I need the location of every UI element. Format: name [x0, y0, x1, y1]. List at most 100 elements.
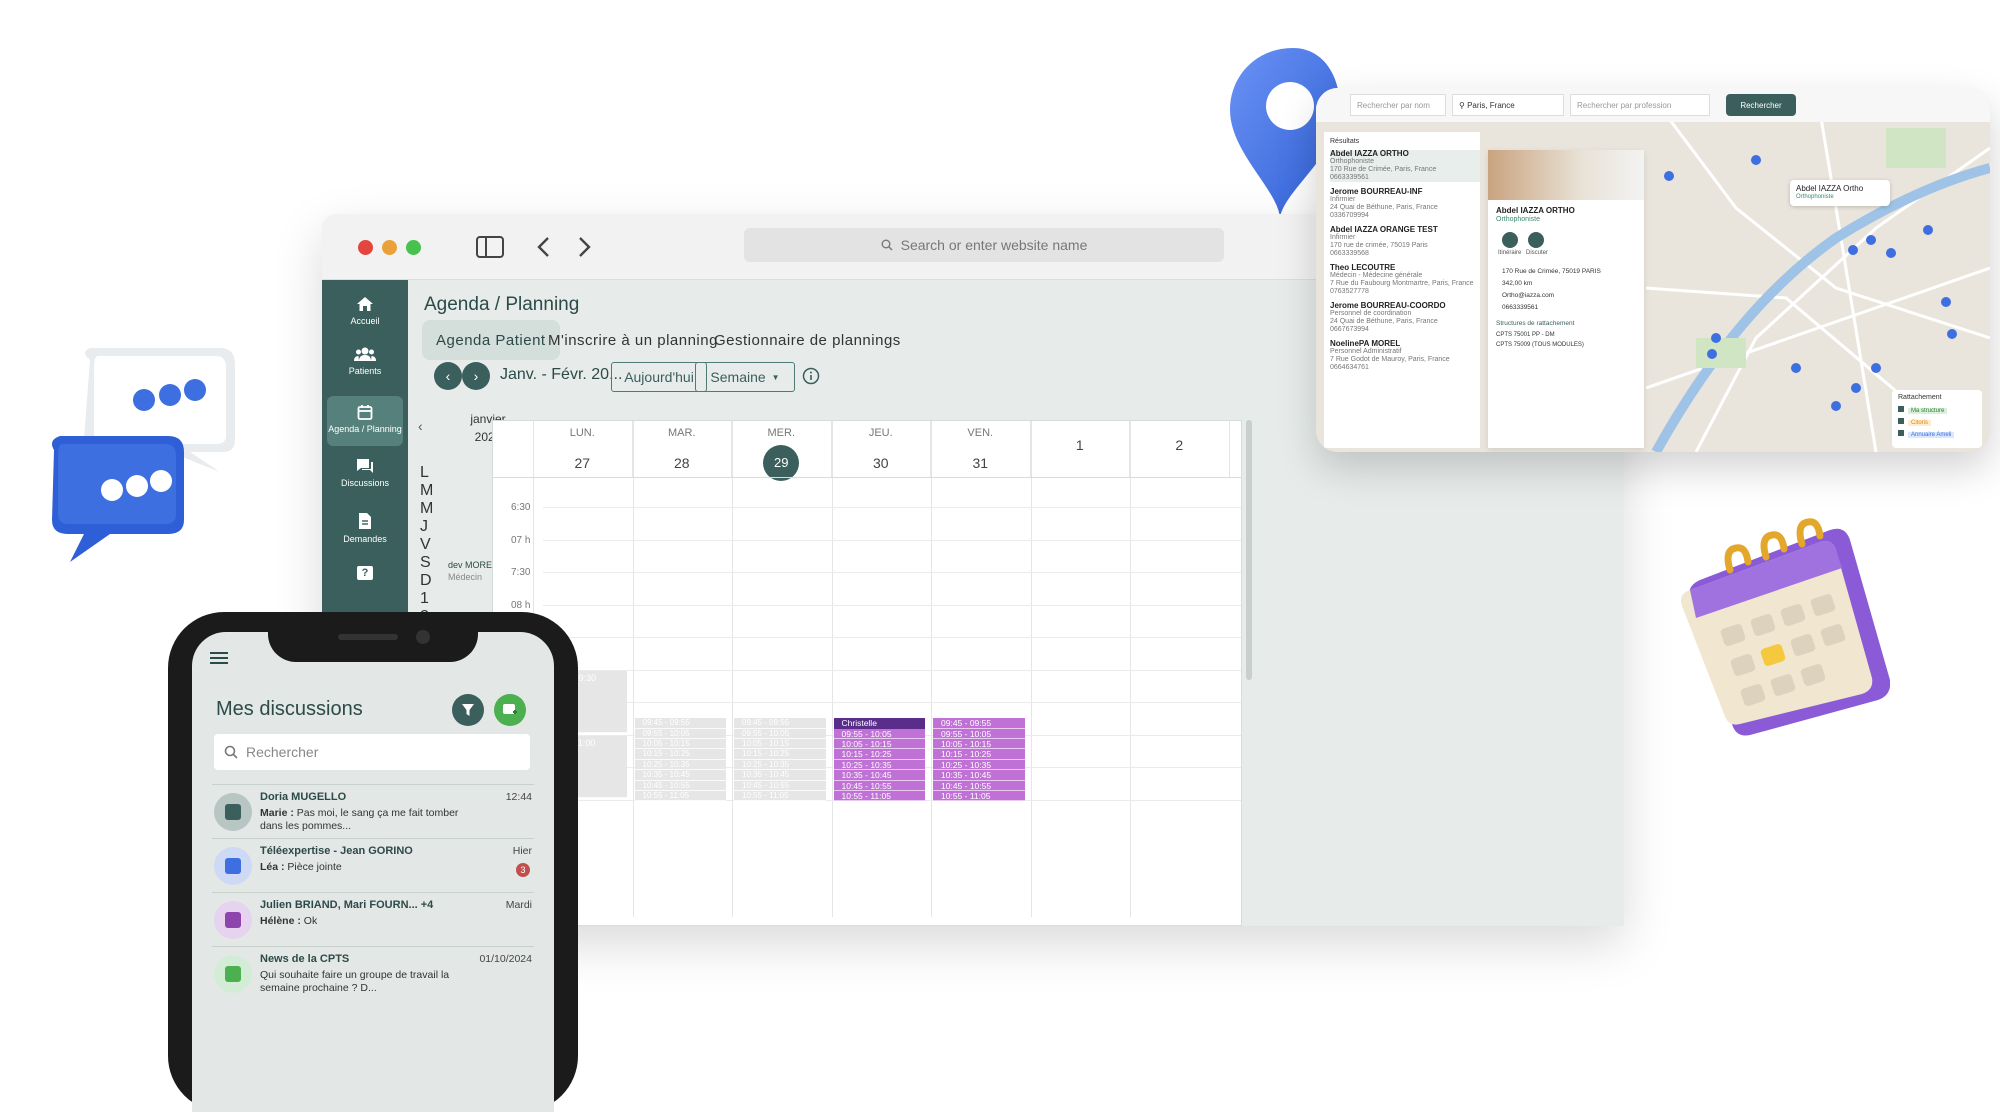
filter-button[interactable] [452, 694, 484, 726]
day-date[interactable]: 27 [533, 455, 632, 471]
help-icon[interactable]: ? [357, 566, 373, 580]
minimize-window-button[interactable] [382, 240, 397, 255]
available-slot[interactable]: 10:25 - 10:35 [833, 759, 925, 771]
available-slot[interactable]: 09:45 - 09:55 [933, 718, 1025, 729]
unavailable-slot[interactable]: 09:55 - 10:05 [734, 728, 826, 740]
sidebar-item-agenda[interactable]: Agenda / Planning [327, 396, 403, 446]
chat-icon[interactable] [1528, 232, 1544, 248]
result-item[interactable]: Abdel IAZZA ORANGE TEST Infirmier 170 rue … [1330, 226, 1480, 258]
day-header-3[interactable]: MER. 29 [732, 421, 832, 481]
map-popup[interactable]: Abdel IAZZA Ortho Orthophoniste [1790, 180, 1890, 206]
unavailable-slot[interactable]: 10:15 - 10:25 [734, 749, 826, 760]
calendar-3d-icon [1681, 518, 1890, 736]
available-slot[interactable]: 10:05 - 10:15 [833, 739, 925, 750]
unavailable-slot[interactable]: 10:35 - 10:45 [734, 770, 826, 781]
calendar-scrollbar[interactable] [1246, 420, 1252, 680]
prev-period-button[interactable]: ‹ [434, 362, 462, 390]
conversation-item[interactable]: News de la CPTS 01/10/2024 Qui souhaite fa… [212, 946, 534, 1000]
back-arrow-icon[interactable] [536, 236, 552, 258]
unavailable-slot[interactable]: 10:45 - 10:55 [734, 780, 826, 792]
available-slot[interactable]: 10:05 - 10:15 [933, 739, 1025, 750]
day-header-7[interactable]: 2 [1130, 421, 1230, 477]
next-period-button[interactable]: › [462, 362, 490, 390]
route-icon[interactable] [1502, 232, 1518, 248]
day-date[interactable]: 30 [832, 455, 931, 471]
available-slot[interactable]: 10:45 - 10:55 [933, 780, 1025, 792]
unavailable-slot[interactable]: 09:55 - 10:05 [634, 728, 726, 740]
forward-arrow-icon[interactable] [576, 236, 592, 258]
info-icon[interactable] [802, 367, 820, 385]
day-date[interactable]: 2 [1130, 437, 1229, 453]
legend-item[interactable]: Annuaire Ameli [1898, 430, 1976, 440]
day-date[interactable]: 29 [763, 445, 800, 481]
available-slot[interactable]: 10:15 - 10:25 [933, 749, 1025, 760]
sidebar-toggle-icon[interactable] [476, 236, 504, 258]
day-header-5[interactable]: VEN. 31 [931, 421, 1031, 477]
sidebar-item-discussions[interactable]: Discussions [327, 458, 403, 488]
available-slot[interactable]: 10:15 - 10:25 [833, 749, 925, 760]
conversation-item[interactable]: Doria MUGELLO 12:44 Marie : Pas moi, le sa… [212, 784, 534, 838]
unavailable-slot[interactable]: 10:35 - 10:45 [634, 770, 726, 781]
day-header-2[interactable]: MAR. 28 [633, 421, 732, 477]
available-slot[interactable]: 10:55 - 11:05 [833, 791, 925, 802]
filter-icon [462, 704, 474, 716]
day-header-4[interactable]: JEU. 30 [832, 421, 931, 477]
unavailable-slot[interactable]: 10:25 - 10:35 [734, 759, 826, 771]
result-phone: 0663339568 [1330, 250, 1369, 257]
available-slot[interactable]: 10:35 - 10:45 [833, 770, 925, 781]
menu-icon[interactable] [210, 652, 228, 664]
today-button[interactable]: Aujourd'hui [611, 362, 707, 392]
day-date[interactable]: 28 [633, 455, 732, 471]
unavailable-slot[interactable]: 10:15 - 10:25 [634, 749, 726, 760]
result-item[interactable]: Theo LECOUTRE Médecin - Médecine générale… [1330, 264, 1480, 296]
name-search-input[interactable]: Rechercher par nom [1350, 94, 1446, 116]
chat-button-label[interactable]: Discuter [1526, 250, 1548, 256]
day-date[interactable]: 1 [1031, 437, 1130, 453]
legend-item[interactable]: Ma structure [1898, 406, 1976, 416]
result-item[interactable]: Abdel IAZZA ORTHO Orthophoniste 170 Rue de… [1330, 150, 1480, 182]
search-input[interactable]: Rechercher [214, 734, 530, 770]
available-slot[interactable]: 09:55 - 10:05 [933, 728, 1025, 740]
address-bar[interactable]: Search or enter website name [744, 228, 1224, 262]
view-select[interactable]: Semaine ▼ [695, 362, 795, 392]
unavailable-slot[interactable]: 10:55 - 11:05 [634, 791, 726, 802]
day-header-1[interactable]: LUN. 27 [533, 421, 633, 477]
location-input[interactable]: ⚲ Paris, France [1452, 94, 1564, 116]
unavailable-slot[interactable]: 10:55 - 11:05 [734, 791, 826, 802]
detail-role: Orthophoniste [1496, 216, 1540, 223]
unavailable-slot[interactable]: 09:45 - 09:55 [734, 718, 826, 729]
conversation-item[interactable]: Téléexpertise - Jean GORINO Hier Léa : Piè… [212, 838, 534, 892]
sidebar-item-patients[interactable]: Patients [327, 346, 403, 376]
available-slot[interactable]: 10:35 - 10:45 [933, 770, 1025, 781]
day-header-6[interactable]: 1 [1031, 421, 1130, 477]
available-slot[interactable]: 10:55 - 11:05 [933, 791, 1025, 802]
result-item[interactable]: NoelinePA MOREL Personnel Administratif 7 … [1330, 340, 1480, 372]
available-slot[interactable]: 10:45 - 10:55 [833, 780, 925, 792]
message-sender: Marie : [260, 807, 294, 819]
unavailable-slot[interactable]: 10:05 - 10:15 [734, 739, 826, 750]
document-icon [359, 513, 371, 529]
sidebar-item-demandes[interactable]: Demandes [327, 512, 403, 544]
close-window-button[interactable] [358, 240, 373, 255]
maximize-window-button[interactable] [406, 240, 421, 255]
unavailable-slot[interactable]: 10:45 - 10:55 [634, 780, 726, 792]
map-search-button[interactable]: Rechercher [1726, 94, 1796, 116]
sidebar-item-accueil[interactable]: Accueil [327, 296, 403, 326]
result-item[interactable]: Jerome BOURREAU-INF Infirmier 24 Quai de B… [1330, 188, 1480, 220]
result-item[interactable]: Jerome BOURREAU-COORDO Personnel de coord… [1330, 302, 1480, 334]
unavailable-slot[interactable]: 09:45 - 09:55 [634, 718, 726, 729]
available-slot[interactable]: 10:25 - 10:35 [933, 759, 1025, 771]
unavailable-slot[interactable]: 10:05 - 10:15 [634, 739, 726, 750]
result-address: 170 rue de crimée, 75019 Paris [1330, 242, 1428, 249]
profession-search-input[interactable]: Rechercher par profession [1570, 94, 1710, 116]
unavailable-slot[interactable]: 10:25 - 10:35 [634, 759, 726, 771]
legend-item[interactable]: Citoris [1898, 418, 1976, 428]
conversation-item[interactable]: Julien BRIAND, Mari FOURN... +4 Mardi Hélè… [212, 892, 534, 946]
new-discussion-button[interactable] [494, 694, 526, 726]
chevron-left-icon[interactable]: ‹ [418, 418, 423, 434]
route-button-label[interactable]: Itinéraire [1498, 250, 1521, 256]
day-date[interactable]: 31 [931, 455, 1030, 471]
tab-gestionnaire-plannings[interactable]: Gestionnaire de plannings [700, 320, 915, 360]
result-role: Personnel Administratif [1330, 348, 1402, 355]
available-slot[interactable]: 09:55 - 10:05 [833, 728, 925, 740]
